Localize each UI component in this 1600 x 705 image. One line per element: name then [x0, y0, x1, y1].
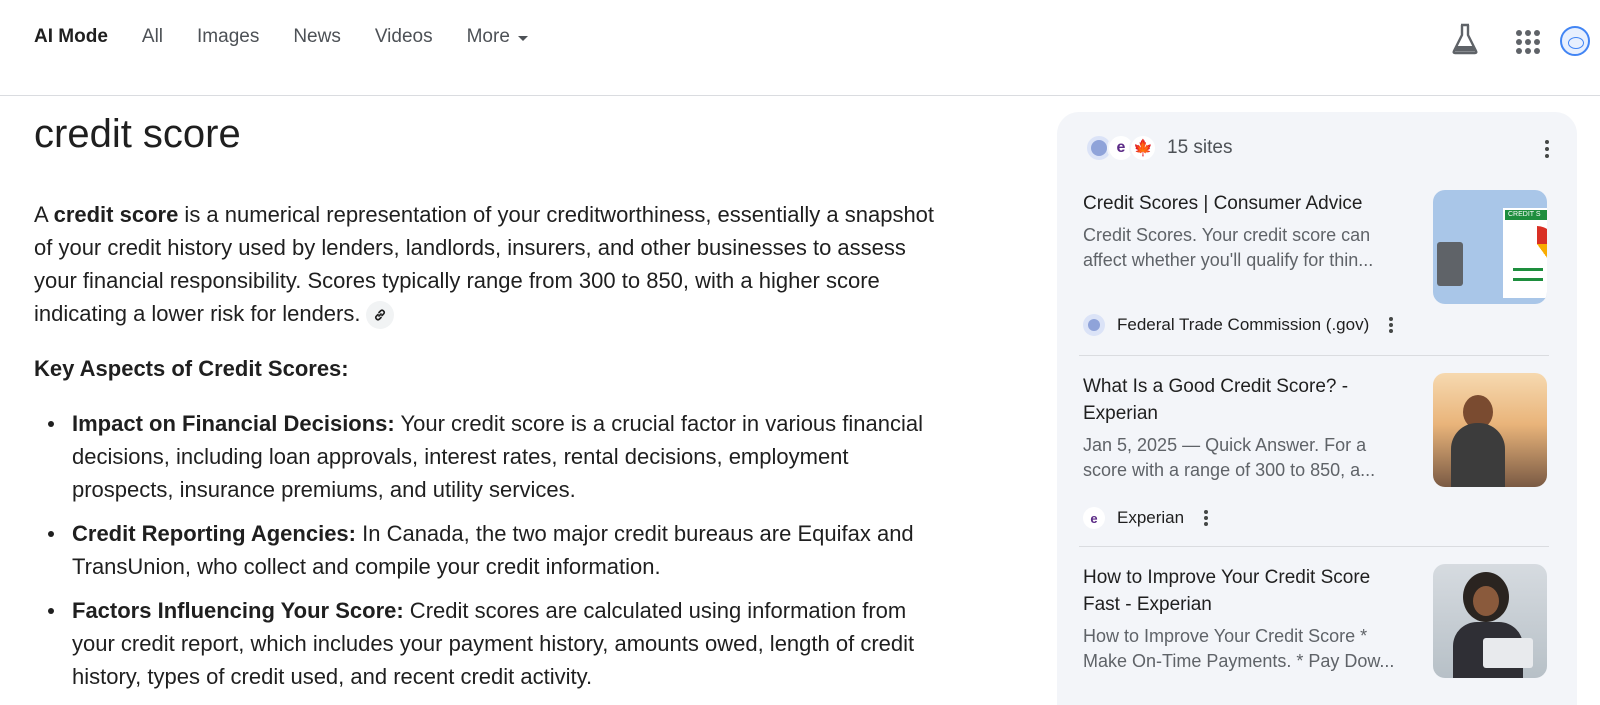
- flask-icon[interactable]: [1450, 22, 1480, 56]
- ai-answer: credit score A credit score is a numeric…: [34, 110, 954, 704]
- source-name: Federal Trade Commission (.gov): [1117, 315, 1370, 334]
- source-card-title[interactable]: Credit Scores | Consumer Advice: [1083, 190, 1403, 217]
- source-thumbnail[interactable]: [1433, 564, 1547, 678]
- thumb-badge: CREDIT S: [1505, 210, 1547, 220]
- source-card-snippet: Jan 5, 2025 — Quick Answer. For a score …: [1083, 435, 1376, 480]
- source-card[interactable]: What Is a Good Credit Score? - Experian …: [1083, 373, 1547, 533]
- answer-paragraph: A credit score is a numerical representa…: [34, 198, 954, 330]
- key-aspects-list: Impact on Financial Decisions: Your cred…: [34, 407, 954, 693]
- answer-pre: A: [34, 202, 54, 227]
- globe-favicon-icon: [1083, 314, 1105, 336]
- tab-ai-mode[interactable]: AI Mode: [34, 26, 108, 48]
- tab-images[interactable]: Images: [197, 26, 259, 48]
- bullet-label: Factors Influencing Your Score:: [72, 598, 404, 623]
- source-thumbnail[interactable]: [1433, 373, 1547, 487]
- tab-more[interactable]: More: [467, 26, 528, 48]
- key-aspects-heading: Key Aspects of Credit Scores:: [34, 356, 349, 381]
- more-vert-icon[interactable]: [1204, 510, 1209, 526]
- bullet-label: Credit Reporting Agencies:: [72, 521, 356, 546]
- top-navigation-bar: AI Mode All Images News Videos More: [0, 0, 1600, 96]
- list-item: Credit Reporting Agencies: In Canada, th…: [34, 517, 954, 583]
- sites-count: 15 sites: [1167, 137, 1233, 158]
- top-right-actions: [1450, 22, 1590, 56]
- source-attribution[interactable]: e Experian: [1083, 507, 1209, 529]
- avatar[interactable]: [1560, 26, 1590, 56]
- source-card-snippet: How to Improve Your Credit Score * Make …: [1083, 626, 1395, 671]
- source-card-title[interactable]: How to Improve Your Credit Score Fast - …: [1083, 564, 1403, 618]
- caret-down-icon: [517, 35, 528, 41]
- tab-all[interactable]: All: [142, 26, 163, 48]
- experian-favicon-icon: e: [1083, 507, 1105, 529]
- more-vert-icon[interactable]: [1389, 317, 1394, 333]
- link-icon: [375, 309, 386, 321]
- source-thumbnail[interactable]: CREDIT S: [1433, 190, 1547, 304]
- search-mode-tabs: AI Mode All Images News Videos More: [34, 26, 562, 48]
- apps-grid-icon[interactable]: [1516, 30, 1540, 54]
- answer-bold-term: credit score: [53, 202, 179, 227]
- query-heading: credit score: [34, 112, 241, 156]
- source-card[interactable]: Credit Scores | Consumer Advice Credit S…: [1083, 190, 1547, 340]
- source-card[interactable]: How to Improve Your Credit Score Fast - …: [1083, 564, 1547, 704]
- source-card-snippet: Credit Scores. Your credit score can aff…: [1083, 225, 1374, 270]
- sources-panel: e 🍁 15 sites Credit Scores | Consumer Ad…: [1057, 112, 1577, 705]
- bullet-label: Impact on Financial Decisions:: [72, 411, 395, 436]
- card-divider: [1079, 546, 1549, 547]
- source-attribution[interactable]: Federal Trade Commission (.gov): [1083, 314, 1394, 336]
- card-divider: [1079, 355, 1549, 356]
- source-link-button[interactable]: [366, 301, 395, 330]
- source-card-title[interactable]: What Is a Good Credit Score? - Experian: [1083, 373, 1403, 427]
- tab-videos[interactable]: Videos: [375, 26, 433, 48]
- more-vert-icon[interactable]: [1545, 140, 1549, 158]
- source-name: Experian: [1117, 508, 1185, 527]
- maple-leaf-icon: 🍁: [1129, 134, 1157, 162]
- tab-more-label: More: [466, 26, 510, 47]
- list-item: Impact on Financial Decisions: Your cred…: [34, 407, 954, 506]
- list-item: Factors Influencing Your Score: Credit s…: [34, 594, 954, 693]
- sources-header[interactable]: e 🍁 15 sites: [1085, 134, 1232, 162]
- tab-news[interactable]: News: [293, 26, 341, 48]
